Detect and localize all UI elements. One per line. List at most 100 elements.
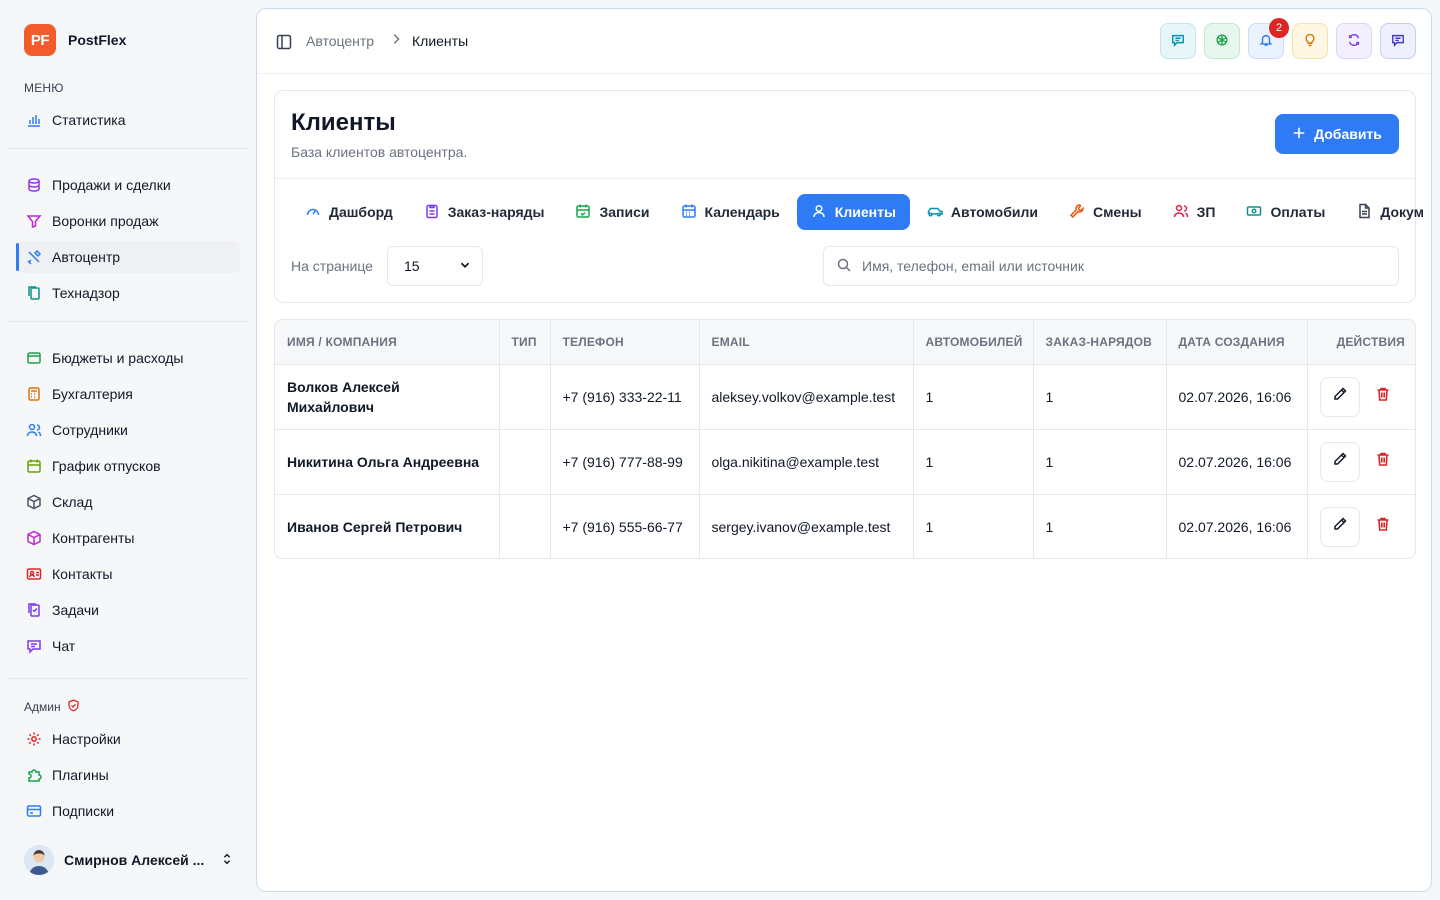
user-icon [811,203,827,222]
user-menu[interactable]: Смирнов Алексей ... [24,844,234,876]
sidebar-item-counterparties[interactable]: Контрагенты [16,522,240,554]
admin-label: Админ [24,699,80,715]
sidebar-item-budgets[interactable]: Бюджеты и расходы [16,342,240,374]
client-cars: 1 [913,364,1034,430]
column-header-orders[interactable]: ЗАКАЗ-НАРЯДОВ [1033,320,1167,365]
tab-clients[interactable]: Клиенты [796,194,910,230]
add-client-label: Добавить [1314,126,1382,142]
pencil-icon [1332,516,1348,537]
ai-button[interactable] [1204,23,1240,59]
sidebar-item-contacts[interactable]: Контакты [16,558,240,590]
tab-appointments[interactable]: Записи [561,194,663,230]
tab-cars[interactable]: Автомобили [913,194,1052,230]
sidebar-item-statistics[interactable]: Статистика [16,104,240,136]
sidebar-item-sales[interactable]: Продажи и сделки [16,169,240,201]
client-created: 02.07.2026, 16:06 [1166,429,1308,495]
edit-button[interactable] [1319,441,1360,482]
column-header-phone[interactable]: ТЕЛЕФОН [550,320,700,365]
per-page-select[interactable]: 15 [387,246,483,286]
tab-label: Докум [1380,204,1424,220]
box-icon [26,494,42,510]
brand-name: PostFlex [68,32,127,48]
tab-label: Календарь [704,204,780,220]
menu-label: МЕНЮ [24,81,64,95]
wallet-icon [26,350,42,366]
sidebar-item-funnels[interactable]: Воронки продаж [16,205,240,237]
client-type [499,494,551,558]
tab-payments[interactable]: Оплаты [1232,194,1339,230]
sidebar-item-accounting[interactable]: Бухгалтерия [16,378,240,410]
column-header-cars[interactable]: АВТОМОБИЛЕЙ [913,320,1034,365]
add-client-button[interactable]: Добавить [1275,114,1399,154]
notifications-button[interactable]: 2 [1248,18,1289,59]
breadcrumb-parent[interactable]: Автоцентр [306,33,374,49]
messages-button[interactable] [1380,23,1416,59]
sidebar-divider [8,678,248,679]
delete-button[interactable] [1374,387,1392,406]
sidebar-item-chat[interactable]: Чат [16,630,240,662]
chat-icon [1171,33,1185,50]
tab-work-orders[interactable]: Заказ-наряды [410,194,559,230]
shield-icon [67,699,80,715]
edit-button[interactable] [1319,376,1360,417]
credit-card-icon [26,803,42,819]
refresh-button[interactable] [1336,23,1372,59]
client-type [499,429,551,495]
sidebar-item-supervision[interactable]: Технадзор [16,277,240,309]
tab-calendar[interactable]: Календарь [667,194,794,230]
sidebar-item-label: Автоцентр [52,249,121,265]
refresh-icon [1347,33,1361,50]
clients-card: Клиенты База клиентов автоцентра. Добави… [274,90,1424,303]
tab-documents[interactable]: Докум [1342,194,1431,230]
users-icon [26,422,42,438]
tab-label: Клиенты [834,204,896,220]
search-input[interactable] [862,258,1382,274]
package-icon [26,530,42,546]
tab-salary[interactable]: ЗП [1159,194,1230,230]
sidebar-item-settings[interactable]: Настройки [16,723,240,755]
client-email: olga.nikitina@example.test [699,429,914,495]
sidebar-item-tasks[interactable]: Задачи [16,594,240,626]
bell-icon [1259,33,1273,50]
message-icon [1391,33,1405,50]
table-row[interactable]: Никитина Ольга Андреевна +7 (916) 777-88… [275,429,1415,495]
sidebar-item-label: Бухгалтерия [52,386,133,402]
sidebar-item-autocenter[interactable]: Автоцентр [16,241,240,273]
sidebar-item-label: Плагины [52,767,109,783]
sidebar-item-plugins[interactable]: Плагины [16,759,240,791]
sidebar-item-label: Чат [52,638,76,654]
brand[interactable]: PF PostFlex [24,24,126,56]
client-orders: 1 [1033,494,1167,558]
sidebar-item-vacations[interactable]: График отпусков [16,450,240,482]
sidebar-toggle-icon[interactable] [275,33,293,51]
per-page-value: 15 [404,258,420,274]
sidebar-item-employees[interactable]: Сотрудники [16,414,240,446]
client-name: Иванов Сергей Петрович [275,494,500,558]
tab-shifts[interactable]: Смены [1055,194,1156,230]
tab-dashboard[interactable]: Дашборд [291,194,407,230]
tips-button[interactable] [1292,23,1328,59]
column-header-name[interactable]: ИМЯ / КОМПАНИЯ [275,320,500,365]
tab-label: Записи [599,204,650,220]
edit-button[interactable] [1319,506,1360,547]
delete-button[interactable] [1374,452,1392,471]
chat-button[interactable] [1160,23,1196,59]
delete-button[interactable] [1374,517,1392,536]
row-actions [1307,364,1415,430]
sidebar-item-warehouse[interactable]: Склад [16,486,240,518]
sidebar-item-label: Технадзор [52,285,120,301]
column-header-actions: ДЕЙСТВИЯ [1307,320,1415,365]
column-header-email[interactable]: EMAIL [699,320,914,365]
bar-chart-icon [26,112,42,128]
tab-label: Смены [1092,204,1142,220]
table-row[interactable]: Иванов Сергей Петрович +7 (916) 555-66-7… [275,494,1415,558]
sidebar-item-label: Задачи [52,602,100,618]
table-row[interactable]: Волков Алексей Михайлович +7 (916) 333-2… [275,364,1415,430]
page-title: Клиенты [291,109,396,136]
column-header-created[interactable]: ДАТА СОЗДАНИЯ [1166,320,1308,365]
column-header-type[interactable]: ТИП [499,320,551,365]
client-orders: 1 [1033,364,1167,430]
gauge-icon [305,203,321,222]
wrench-icon [1069,203,1085,222]
sidebar-item-subscriptions[interactable]: Подписки [16,795,240,827]
